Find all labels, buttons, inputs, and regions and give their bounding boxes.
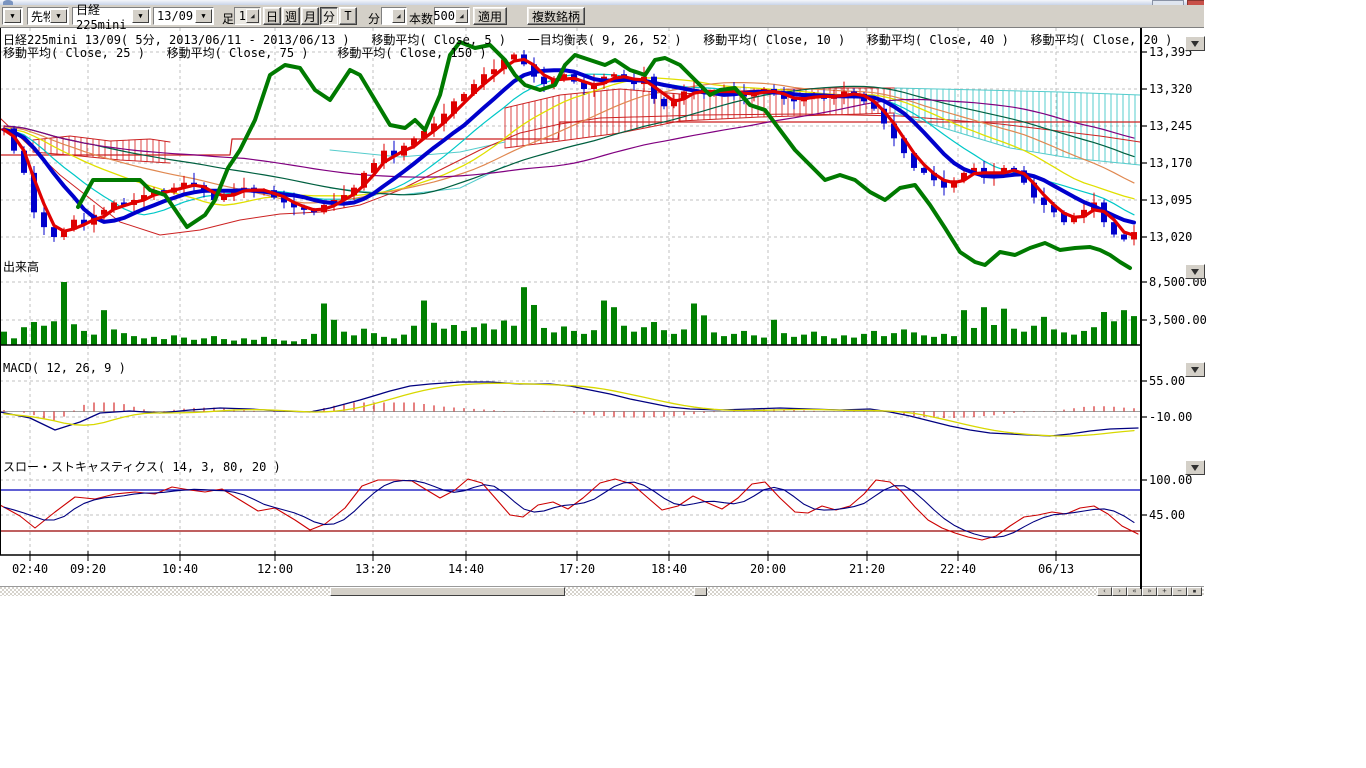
x-axis-label: 21:20 <box>845 562 889 576</box>
x-axis-label: 09:20 <box>66 562 110 576</box>
price-scale-dropdown-button[interactable] <box>1185 36 1205 51</box>
y-axis-label: 13,020 <box>1149 230 1203 244</box>
stoch-scale-dropdown-button[interactable] <box>1185 460 1205 475</box>
triangle-down-icon <box>1191 41 1199 47</box>
y-axis-label: 13,245 <box>1149 119 1203 133</box>
legend-line-2: 移動平均( Close, 25 ) 移動平均( Close, 75 ) 移動平均… <box>3 44 487 61</box>
screen: ▼ 先物 ▼ 日経225mini ▼ 13/09 ▼ 足 1 ◢ 日 週 月 分 <box>0 0 1366 768</box>
volume-scale-dropdown-button[interactable] <box>1185 264 1205 279</box>
x-axis-label: 02:40 <box>8 562 52 576</box>
chart-canvas[interactable] <box>0 0 1204 596</box>
x-axis-label: 13:20 <box>351 562 395 576</box>
y-axis-label: 3,500.00 <box>1149 313 1203 327</box>
x-axis-label: 17:20 <box>555 562 599 576</box>
y-axis-label: 100.00 <box>1149 473 1203 487</box>
y-axis-label: 13,320 <box>1149 82 1203 96</box>
y-axis-label: -10.00 <box>1149 410 1203 424</box>
macd-scale-dropdown-button[interactable] <box>1185 362 1205 377</box>
x-axis-label: 20:00 <box>746 562 790 576</box>
y-axis-label: 45.00 <box>1149 508 1203 522</box>
x-axis-label: 12:00 <box>253 562 297 576</box>
volume-panel-label: 出来高 <box>3 258 39 275</box>
x-axis-label: 18:40 <box>647 562 691 576</box>
chart-application-window: ▼ 先物 ▼ 日経225mini ▼ 13/09 ▼ 足 1 ◢ 日 週 月 分 <box>0 0 1204 596</box>
x-axis-label: 10:40 <box>158 562 202 576</box>
x-axis-label: 22:40 <box>936 562 980 576</box>
macd-panel-label: MACD( 12, 26, 9 ) <box>3 361 126 375</box>
triangle-down-icon <box>1191 269 1199 275</box>
x-axis-label: 14:40 <box>444 562 488 576</box>
y-axis-label: 13,170 <box>1149 156 1203 170</box>
triangle-down-icon <box>1191 367 1199 373</box>
stoch-panel-label: スロー・ストキャスティクス( 14, 3, 80, 20 ) <box>3 458 281 475</box>
x-axis-label: 06/13 <box>1034 562 1078 576</box>
triangle-down-icon <box>1191 465 1199 471</box>
y-axis-label: 13,095 <box>1149 193 1203 207</box>
